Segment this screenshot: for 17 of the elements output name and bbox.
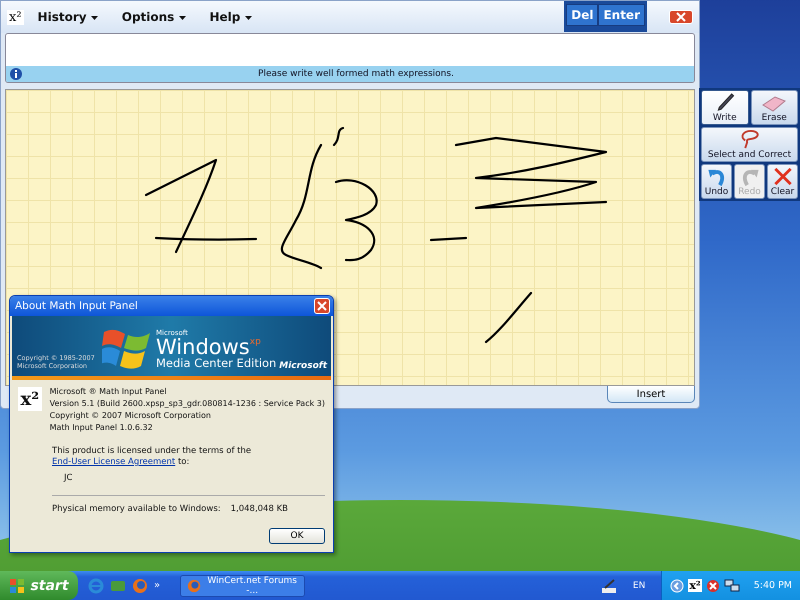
memory-value: 1,048,048 KB [230,504,288,514]
product-name: Windows [156,337,250,357]
app-icon: x² [18,387,42,411]
info-line: Math Input Panel 1.0.6.32 [50,423,154,432]
info-line: Copyright © 2007 Microsoft Corporation [50,411,212,420]
license-text: This product is licensed under the terms of the End-User License Agreement to: [52,446,252,468]
edition-mark: xp [250,337,261,347]
info-line: Version 5.1 (Build 2600.xpsp_sp3_gdr.080814-1236 : Service Pack 3) [50,399,325,408]
info-message: Please write well formed math expressions. [257,69,455,79]
clock-time: 5:40 PM [754,580,792,591]
info-line: Microsoft ® Math Input Panel [50,387,168,396]
brand-text: Microsoft [279,361,327,371]
app-icon: x² [7,10,24,24]
user-name: JC [64,473,74,483]
dialog-title: About Math Input Panel [15,300,138,312]
edition-name: Media Center Edition [156,357,276,370]
memory-label: Physical memory available to Windows: [52,504,221,514]
